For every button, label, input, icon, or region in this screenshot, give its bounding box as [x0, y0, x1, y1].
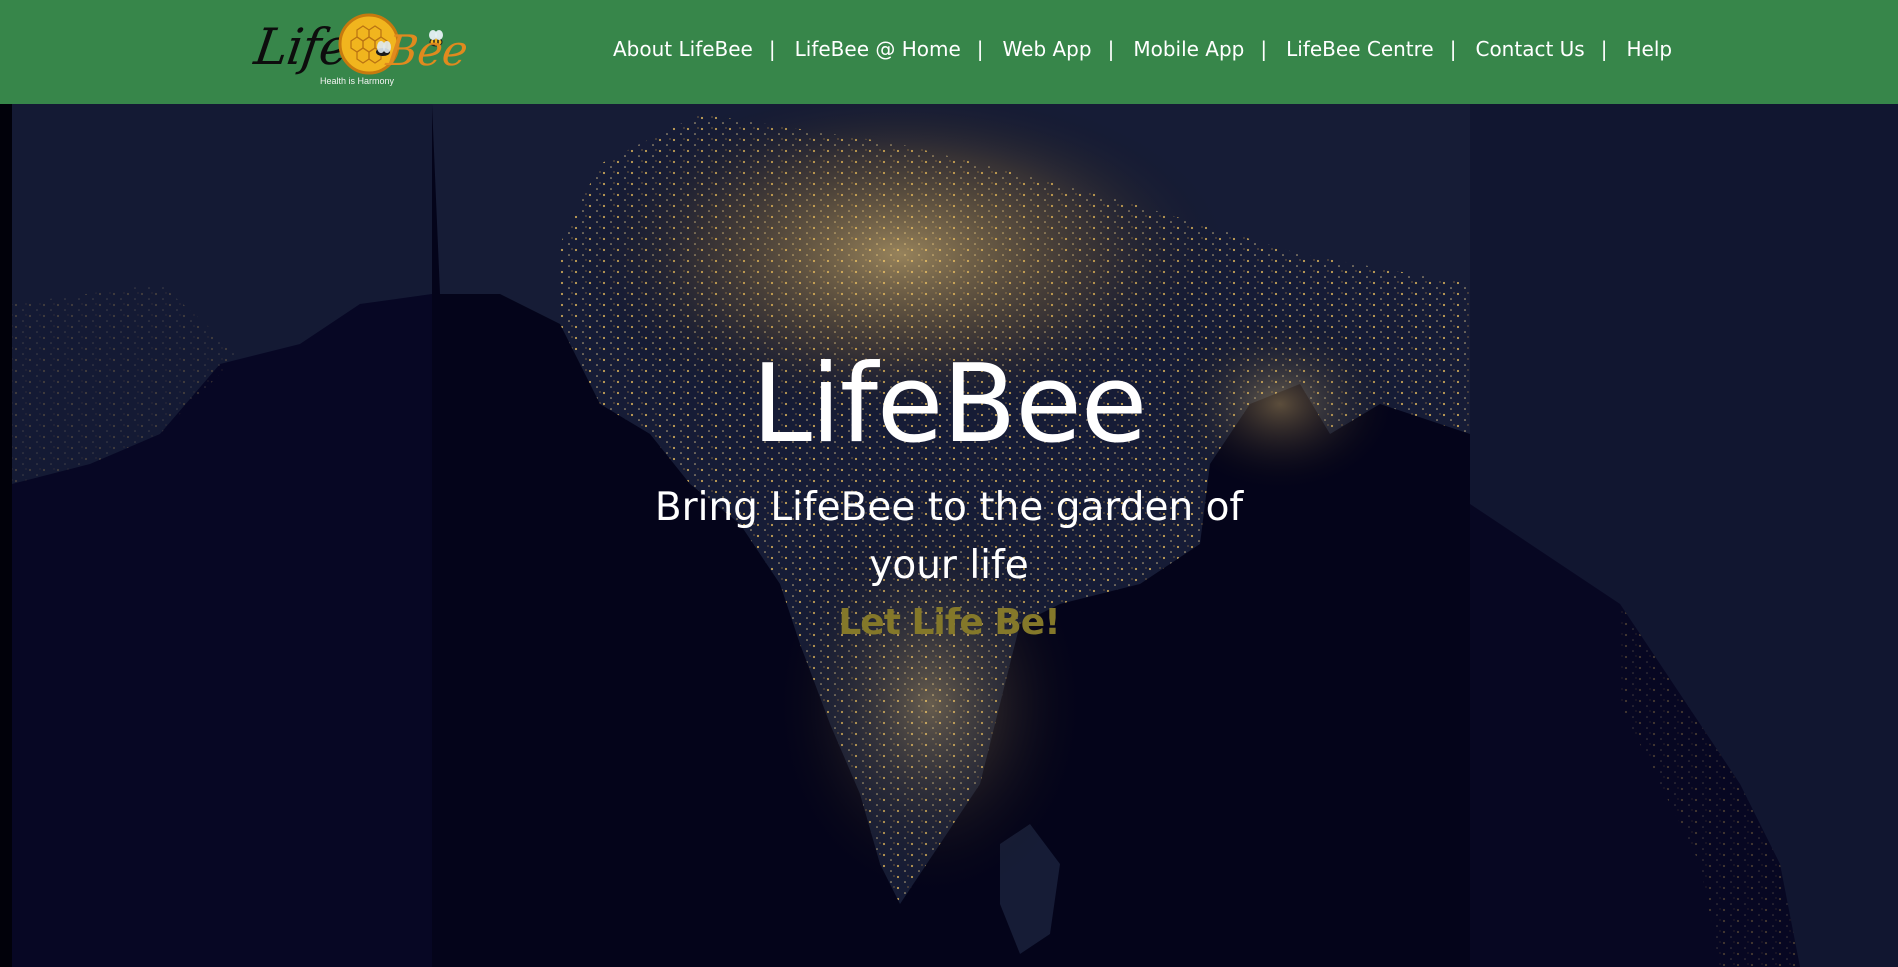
nav-separator: |: [768, 37, 776, 61]
nav-item-home[interactable]: LifeBee @ Home: [795, 37, 961, 61]
nav-item-web-app[interactable]: Web App: [1003, 37, 1092, 61]
nav-item-mobile-app[interactable]: Mobile App: [1133, 37, 1244, 61]
nav-item-contact[interactable]: Contact Us: [1475, 37, 1584, 61]
nav-separator: |: [1107, 37, 1115, 61]
main-nav: About LifeBee | LifeBee @ Home | Web App…: [613, 37, 1672, 61]
hero-title: LifeBee: [751, 342, 1148, 467]
logo-word-bee: Bee: [383, 26, 472, 75]
nav-separator: |: [1600, 37, 1608, 61]
nav-separator: |: [976, 37, 984, 61]
nav-item-centre[interactable]: LifeBee Centre: [1286, 37, 1434, 61]
logo-tagline: Health is Harmony: [320, 76, 395, 86]
site-header: Life Bee Health is Harmony About LifeBee…: [0, 0, 1898, 104]
hero-slogan: Let Life Be!: [838, 602, 1060, 643]
nav-separator: |: [1449, 37, 1457, 61]
site-logo[interactable]: Life Bee Health is Harmony: [251, 10, 471, 92]
nav-separator: |: [1260, 37, 1268, 61]
hero-subtitle: Bring LifeBee to the garden of your life: [654, 485, 1244, 588]
nav-item-help[interactable]: Help: [1626, 37, 1672, 61]
hero-section: LifeBee Bring LifeBee to the garden of y…: [0, 104, 1898, 967]
nav-item-about[interactable]: About LifeBee: [613, 37, 753, 61]
